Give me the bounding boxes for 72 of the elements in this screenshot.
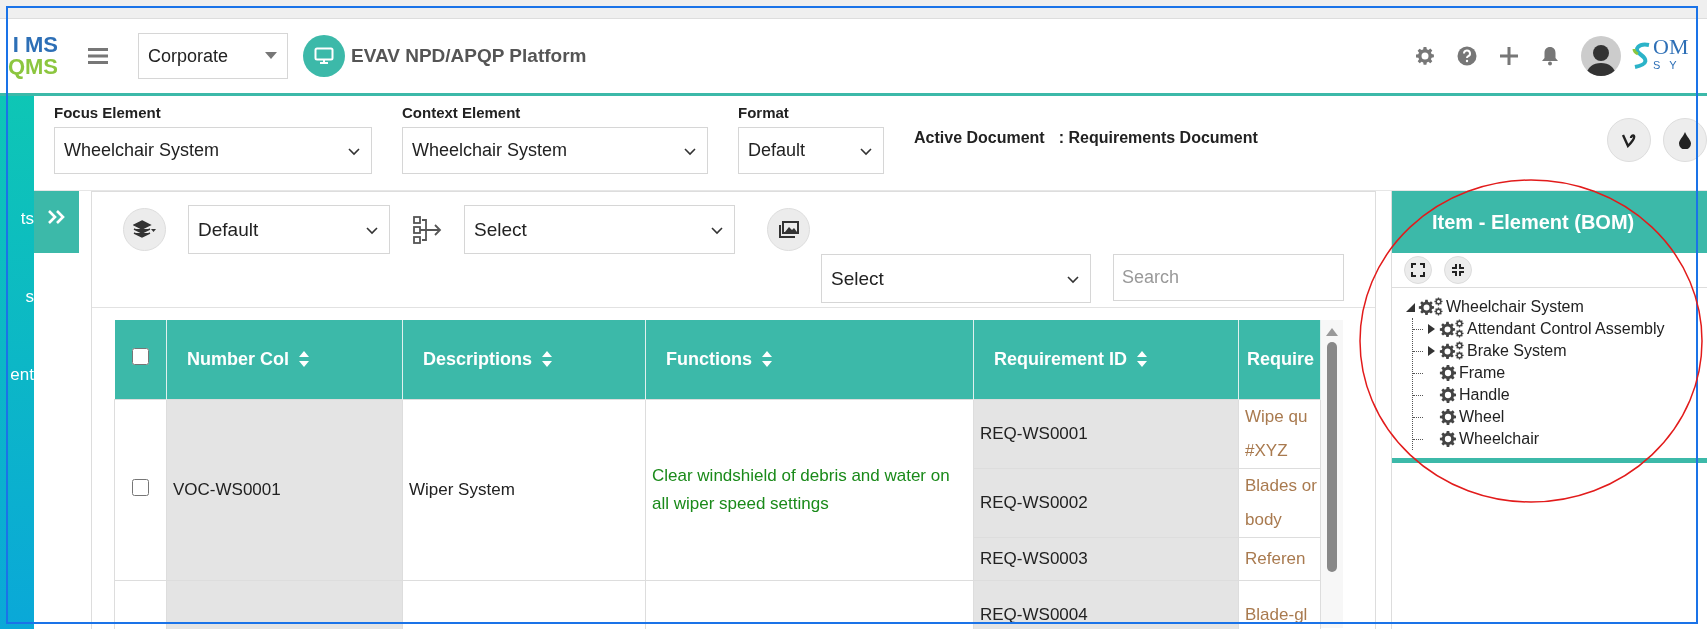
- hierarchy-arrow-icon: [412, 214, 442, 245]
- gear-icon: [1439, 408, 1457, 426]
- active-document-value: : Requirements Document: [1058, 129, 1258, 147]
- field-label: Focus Element: [54, 104, 162, 121]
- gears-icon: [1439, 319, 1465, 339]
- menu-icon[interactable]: [88, 47, 108, 65]
- field-label: Context Element: [402, 104, 522, 121]
- layers-icon: [132, 219, 157, 240]
- table-cell: Referen: [1245, 549, 1306, 568]
- focus-element-dropdown[interactable]: Wheelchair System: [54, 127, 372, 174]
- collapsed-toggle-icon[interactable]: [1427, 324, 1435, 334]
- tree-item[interactable]: Attendant Control Assembly: [1467, 320, 1665, 338]
- gear-icon: [1439, 386, 1457, 404]
- filter-dropdown[interactable]: Select: [821, 254, 1091, 303]
- select-all-checkbox[interactable]: [131, 348, 149, 366]
- table-cell: Blade-gl: [1245, 605, 1308, 624]
- gear-icon: [1439, 364, 1457, 382]
- tree-item[interactable]: Wheelchair System: [1446, 298, 1584, 316]
- expand-icon: [1411, 263, 1425, 277]
- plus-icon[interactable]: [1499, 46, 1519, 66]
- scroll-up-icon: [1326, 327, 1338, 336]
- table-cell: REQ-WS0002: [980, 493, 1088, 512]
- caret-icon: [265, 52, 277, 60]
- vine-button[interactable]: [1607, 118, 1651, 162]
- field-label: Format: [738, 104, 790, 121]
- brand-logo: OM S Y: [1631, 38, 1693, 74]
- image-button[interactable]: [767, 208, 810, 251]
- monitor-icon: [314, 47, 334, 65]
- app-logo: I MS QMS: [6, 34, 58, 78]
- table-cell: REQ-WS0004: [980, 605, 1088, 624]
- expanded-toggle-icon[interactable]: [1405, 302, 1415, 312]
- tree-item[interactable]: Brake System: [1467, 342, 1567, 360]
- tree-item[interactable]: Wheelchair: [1459, 430, 1540, 448]
- drop-icon: [1678, 131, 1692, 149]
- row-checkbox[interactable]: [132, 479, 149, 496]
- gears-icon: [1439, 341, 1465, 361]
- gears-icon: [1418, 297, 1444, 317]
- format-dropdown[interactable]: Default: [738, 127, 884, 174]
- view-dropdown[interactable]: Default: [188, 205, 390, 254]
- double-chevron-icon: [46, 209, 67, 225]
- group-dropdown[interactable]: Select: [464, 205, 735, 254]
- table-cell: REQ-WS0003: [980, 549, 1088, 568]
- scrollbar-thumb[interactable]: [1327, 341, 1337, 572]
- collapse-all-button[interactable]: [1444, 256, 1472, 284]
- letter-v-icon: [1621, 132, 1637, 148]
- panel-title: Item - Element (BOM): [1392, 191, 1707, 253]
- table-cell: Wipe qu #XYZ: [1245, 407, 1308, 460]
- drop-button[interactable]: [1663, 118, 1707, 162]
- settings-icon[interactable]: [1415, 46, 1435, 66]
- images-icon: [778, 221, 799, 238]
- table-cell: Clear windshield of debris and water on all wiper speed settings: [652, 466, 950, 513]
- app-title: EVAV NPD/APQP Platform: [351, 45, 587, 67]
- layers-button[interactable]: [123, 208, 166, 251]
- tree-item[interactable]: Handle: [1459, 386, 1510, 404]
- search-field[interactable]: Search: [1113, 254, 1344, 301]
- expand-all-button[interactable]: [1404, 256, 1432, 284]
- tree-item[interactable]: Frame: [1459, 364, 1506, 382]
- bell-icon[interactable]: [1541, 46, 1559, 66]
- active-document-label: Active Document: [914, 129, 1045, 147]
- help-icon[interactable]: [1457, 46, 1477, 66]
- tree-item[interactable]: Wheel: [1459, 408, 1505, 426]
- collapsed-toggle-icon[interactable]: [1427, 346, 1435, 356]
- collapse-icon: [1451, 263, 1465, 277]
- person-silhouette-icon: [1585, 42, 1617, 76]
- table-cell: REQ-WS0001: [980, 424, 1088, 443]
- avatar[interactable]: [1581, 36, 1621, 76]
- table-cell: Wiper System: [409, 480, 515, 499]
- context-element-dropdown[interactable]: Wheelchair System: [402, 127, 708, 174]
- gear-icon: [1439, 430, 1457, 448]
- table-cell: VOC-WS0001: [173, 480, 281, 499]
- table-cell: Blades or body: [1245, 476, 1317, 529]
- org-dropdown[interactable]: Corporate: [138, 33, 288, 79]
